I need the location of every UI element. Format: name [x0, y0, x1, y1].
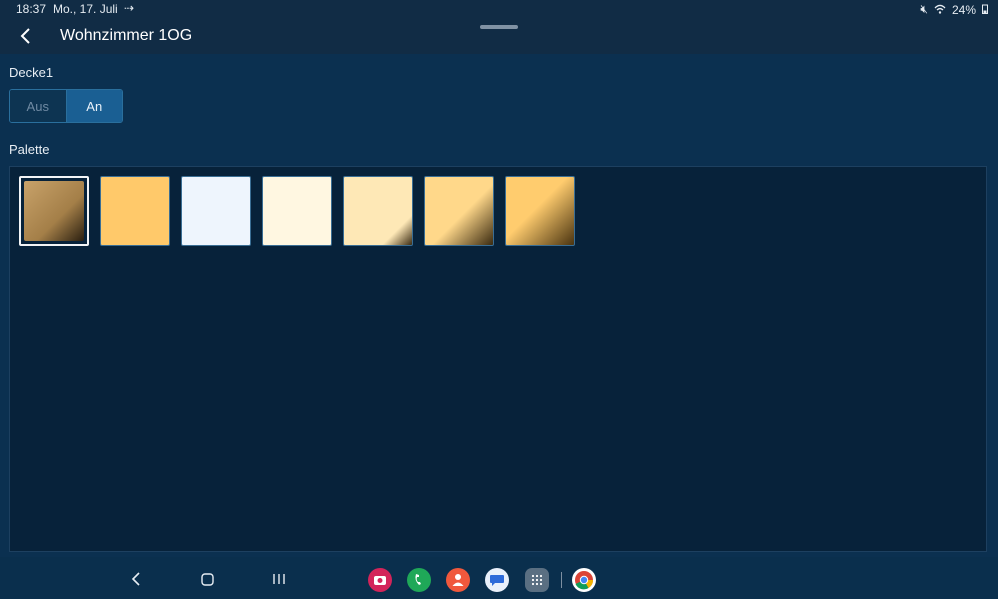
- sync-icon: ⇢: [124, 1, 135, 15]
- chrome-app-icon[interactable]: [572, 568, 596, 592]
- nav-back-icon[interactable]: [123, 566, 149, 592]
- palette-swatch[interactable]: [505, 176, 575, 246]
- back-arrow-icon[interactable]: [16, 26, 36, 46]
- palette-swatch[interactable]: [181, 176, 251, 246]
- navigation-bar: [0, 557, 998, 599]
- status-right: 🔇︎ 24%: [920, 2, 988, 17]
- palette-grid: [9, 166, 987, 552]
- messages-app-icon[interactable]: [485, 568, 509, 592]
- nav-divider: [561, 572, 562, 588]
- palette-swatch[interactable]: [19, 176, 89, 246]
- app-bar: Wohnzimmer 1OG: [0, 18, 998, 54]
- nav-home-icon[interactable]: [194, 566, 220, 592]
- status-time: 18:37: [16, 2, 47, 16]
- wifi-icon: [934, 3, 946, 17]
- page-title: Wohnzimmer 1OG: [60, 27, 193, 44]
- contacts-app-icon[interactable]: [446, 568, 470, 592]
- nav-recents-icon[interactable]: [266, 566, 292, 592]
- toggle-on-button[interactable]: An: [66, 90, 122, 122]
- palette-swatch[interactable]: [343, 176, 413, 246]
- battery-level: 24%: [951, 2, 976, 17]
- battery-icon: [982, 3, 988, 17]
- status-date: Mo., 17. Juli: [53, 2, 118, 16]
- palette-label: Palette: [9, 142, 50, 157]
- app-drawer-icon[interactable]: [525, 568, 549, 592]
- drag-handle[interactable]: [480, 25, 518, 29]
- palette-swatch[interactable]: [100, 176, 170, 246]
- phone-app-icon[interactable]: [407, 568, 431, 592]
- toggle-off-button[interactable]: Aus: [10, 90, 67, 122]
- status-bar: 18:37 Mo., 17. Juli ⇢ 🔇︎ 24%: [0, 0, 998, 18]
- mute-icon: 🔇︎: [920, 2, 928, 16]
- palette-swatch[interactable]: [262, 176, 332, 246]
- swatch-fill: [24, 181, 84, 241]
- camera-app-icon[interactable]: [368, 568, 392, 592]
- light-name-label: Decke1: [9, 65, 54, 80]
- palette-swatch[interactable]: [424, 176, 494, 246]
- power-toggle: Aus An: [9, 89, 123, 123]
